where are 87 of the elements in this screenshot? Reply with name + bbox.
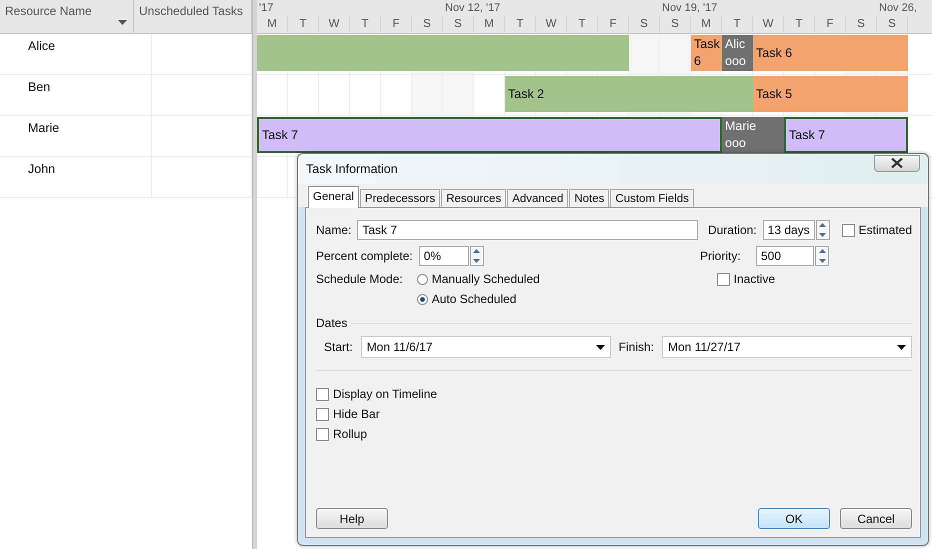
field-label: Priority: [700, 249, 742, 263]
day-label: F [598, 16, 629, 32]
ok-button[interactable]: OK [758, 508, 830, 529]
gantt-bar[interactable]: Task 5 [753, 76, 908, 112]
day-label: W [753, 16, 784, 32]
spinner[interactable] [816, 220, 830, 240]
checkbox[interactable] [316, 408, 329, 420]
gantt-bar[interactable]: Task 6 [753, 35, 908, 71]
checkbox[interactable] [842, 224, 855, 236]
week-label: Nov 12, '17 [444, 1, 500, 16]
close-button[interactable] [874, 154, 920, 172]
percent-complete-field[interactable]: 0% [418, 246, 469, 266]
up-down-arrows-icon [472, 246, 482, 266]
week-label: Nov 19, '17 [661, 1, 718, 16]
tab[interactable]: Resources [441, 189, 506, 207]
dropdown-arrow-icon [897, 344, 906, 350]
day-label: S [443, 16, 474, 32]
tab[interactable]: Custom Fields [610, 189, 694, 207]
dropdown-arrow-icon[interactable] [118, 20, 127, 25]
spinner[interactable] [815, 246, 829, 266]
gantt-bar[interactable]: Task 2 [505, 76, 753, 112]
checkbox-label: Rollup [333, 427, 368, 441]
radio-button[interactable] [416, 274, 428, 284]
tab[interactable]: Advanced [507, 189, 568, 207]
dialog-title: Task Information [306, 162, 398, 176]
field-label: Percent complete: [316, 249, 413, 263]
checkbox-label: Hide Bar [333, 407, 380, 421]
spinner[interactable] [470, 246, 484, 266]
gantt-bar[interactable]: Task 7 [257, 117, 722, 153]
field-label: Schedule Mode: [316, 272, 403, 286]
day-label: T [288, 16, 319, 32]
week-label: '17 [258, 1, 274, 16]
day-label: T [722, 16, 753, 32]
day-label: T [567, 16, 598, 32]
day-label: T [505, 16, 536, 32]
cancel-button[interactable]: Cancel [840, 508, 912, 529]
field-label: Duration: [708, 223, 757, 237]
day-label: S [629, 16, 660, 32]
checkbox[interactable] [716, 272, 730, 286]
priority-field[interactable]: 500 [756, 246, 814, 266]
resource-name: Ben [28, 80, 50, 94]
checkbox-label: Inactive [734, 272, 775, 286]
resource-name: John [28, 162, 56, 176]
resource-name: Alice [28, 39, 56, 53]
name-field[interactable]: Task 7 [357, 220, 698, 240]
gantt-bar[interactable]: Alic ooo [722, 35, 753, 71]
finish-date-field[interactable]: Mon 11/27/17 [662, 336, 912, 358]
up-down-arrows-icon [818, 220, 828, 240]
help-button[interactable]: Help [316, 508, 388, 529]
duration-field[interactable]: 13 days [762, 220, 815, 240]
gantt-bar[interactable]: Task 6 [691, 35, 722, 71]
day-label: F [815, 16, 846, 32]
day-label: S [846, 16, 877, 32]
day-label: T [350, 16, 381, 32]
resource-name: Marie [28, 121, 60, 135]
checkbox[interactable] [316, 388, 329, 400]
field-label: Start: [324, 340, 353, 354]
field-label: Finish: [618, 340, 654, 354]
day-label: S [877, 16, 908, 32]
radio-label: Auto Scheduled [432, 292, 516, 306]
day-label: F [381, 16, 412, 32]
start-date-field[interactable]: Mon 11/6/17 [360, 336, 611, 358]
checkbox-label: Display on Timeline [333, 387, 438, 401]
checkbox[interactable] [316, 428, 329, 440]
day-label: W [536, 16, 567, 32]
dropdown-arrow-icon [596, 344, 605, 350]
day-label: S [412, 16, 443, 32]
tab[interactable]: Predecessors [360, 189, 440, 207]
up-down-arrows-icon [818, 246, 826, 266]
column-header[interactable]: Resource Name [0, 0, 134, 33]
gantt-bar[interactable]: Task 7 [784, 117, 908, 153]
field-label: Name: [316, 223, 352, 237]
day-label: M [691, 16, 722, 32]
day-label: M [257, 16, 288, 32]
tab[interactable]: Notes [569, 189, 610, 207]
gantt-bar[interactable]: Marie ooo [722, 117, 784, 153]
tab[interactable]: General [308, 186, 359, 208]
close-icon [891, 158, 903, 168]
checkbox-label: Estimated [858, 223, 912, 237]
week-label: Nov 26, [878, 1, 917, 16]
day-label: S [660, 16, 691, 32]
day-label: T [784, 16, 815, 32]
group-label: Dates [316, 316, 348, 330]
radio-button[interactable] [416, 294, 428, 304]
day-label: W [319, 16, 350, 32]
radio-label: Manually Scheduled [432, 272, 540, 286]
day-label: M [474, 16, 505, 32]
